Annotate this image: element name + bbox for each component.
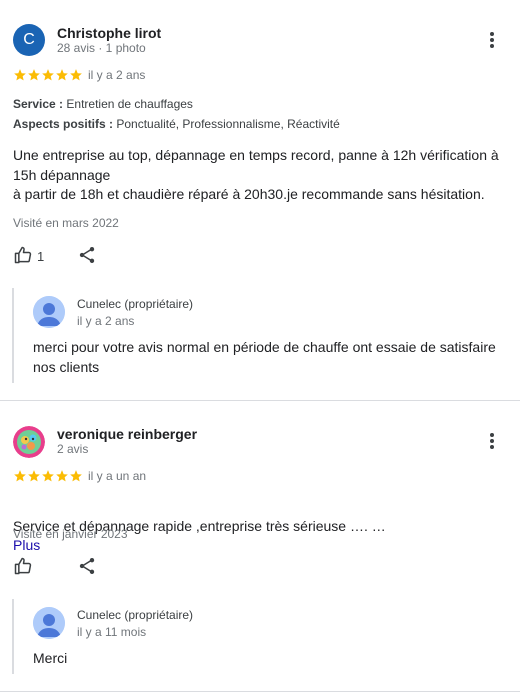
like-count: 1: [37, 249, 45, 264]
review-text: Une entreprise au top, dépannage en temp…: [13, 147, 499, 202]
reviewer-meta: 28 avis · 1 photo: [57, 41, 146, 55]
star-icon: [42, 470, 54, 482]
review-date: il y a 2 ans: [88, 68, 146, 82]
review-card: C Christophe lirot 28 avis · 1 photo il …: [0, 0, 520, 400]
reviewer-name[interactable]: Christophe lirot: [57, 25, 161, 41]
more-options-icon[interactable]: [482, 431, 502, 455]
avatar[interactable]: C: [13, 24, 45, 56]
owner-reply-date: il y a 11 mois: [77, 625, 147, 639]
star-icon: [42, 69, 54, 81]
star-rating: [13, 469, 83, 483]
review-date: il y a un an: [88, 469, 147, 483]
star-icon: [14, 470, 26, 482]
star-icon: [70, 470, 82, 482]
owner-avatar-icon: [33, 296, 65, 328]
visited-date: Visité en mars 2022: [13, 216, 119, 230]
owner-reply-text: Merci: [33, 650, 68, 666]
reviewer-meta: 2 avis: [57, 442, 89, 456]
visited-date: Visité en janvier 2023: [13, 527, 128, 541]
service-label: Service :: [13, 97, 64, 111]
star-icon: [28, 69, 40, 81]
owner-reply-date: il y a 2 ans: [77, 314, 135, 328]
owner-avatar-icon: [33, 607, 65, 639]
star-icon: [56, 69, 68, 81]
aspects-label: Aspects positifs :: [13, 117, 114, 131]
service-value: Entretien de chauffages: [66, 97, 193, 111]
star-rating: [13, 68, 83, 82]
aspects-value: Ponctualité, Professionnalisme, Réactivi…: [116, 117, 340, 131]
share-icon[interactable]: [77, 556, 99, 578]
star-icon: [28, 470, 40, 482]
like-icon[interactable]: [13, 245, 35, 267]
star-icon: [14, 69, 26, 81]
share-icon[interactable]: [77, 245, 99, 267]
owner-name[interactable]: Cunelec (propriétaire): [77, 608, 193, 622]
owner-reply-text: merci pour votre avis normal en période …: [33, 339, 496, 375]
owner-name[interactable]: Cunelec (propriétaire): [77, 297, 193, 311]
owner-reply: Cunelec (propriétaire) il y a 11 mois Me…: [12, 599, 512, 674]
aspects-attribute: Aspects positifs : Ponctualité, Professi…: [13, 117, 340, 131]
like-icon[interactable]: [13, 556, 35, 578]
star-icon: [56, 470, 68, 482]
cartoon-avatar-icon[interactable]: [13, 426, 45, 458]
owner-reply: Cunelec (propriétaire) il y a 2 ans merc…: [12, 288, 512, 383]
more-options-icon[interactable]: [482, 30, 502, 54]
reviewer-name[interactable]: veronique reinberger: [57, 426, 197, 442]
service-attribute: Service : Entretien de chauffages: [13, 97, 193, 111]
star-icon: [70, 69, 82, 81]
review-card: veronique reinberger 2 avis il y a un an…: [0, 400, 520, 692]
